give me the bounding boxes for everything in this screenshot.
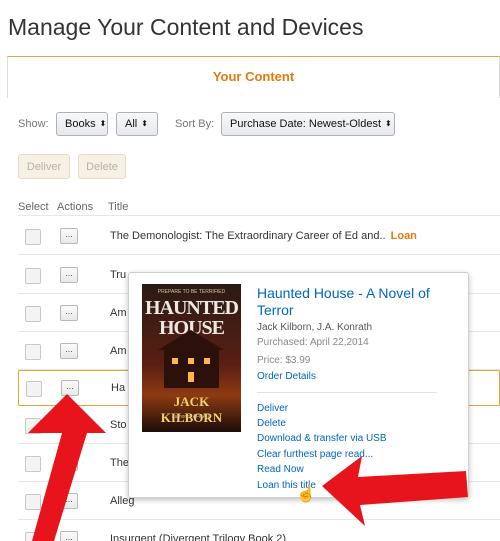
red-arrow-up-icon [28,394,106,541]
hand-cursor-icon: ☝ [296,486,316,503]
red-arrow-left-icon [322,456,468,526]
annotation-arrows [28,394,468,541]
